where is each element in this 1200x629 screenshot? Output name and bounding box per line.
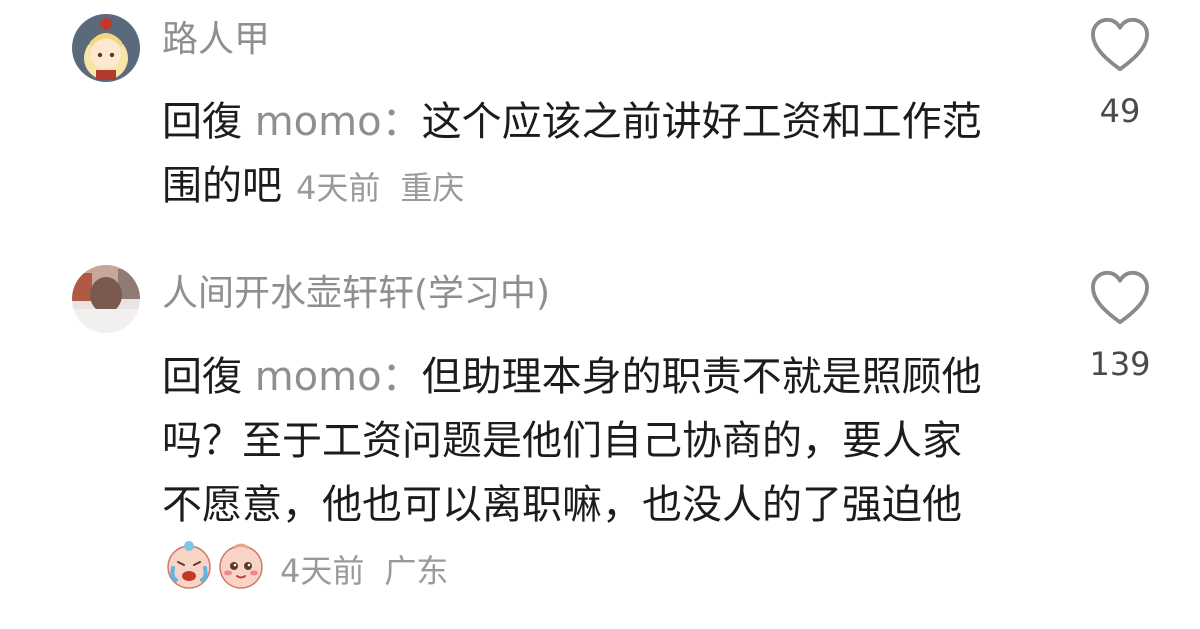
comment-body: 回復 momo：这个应该之前讲好工资和工作范围的吧 4天前 重庆: [162, 90, 992, 220]
like-button[interactable]: 49: [1085, 16, 1155, 130]
username[interactable]: 路人甲: [162, 18, 270, 62]
username[interactable]: 人间开水壶轩轩(学习中): [162, 272, 550, 316]
heart-icon[interactable]: [1089, 269, 1151, 327]
blushing-face-emoji-icon: [219, 543, 263, 589]
comment-time: 4天前: [296, 169, 381, 207]
reply-mention[interactable]: momo：: [255, 354, 422, 400]
comment-item: 人间开水壶轩轩(学习中) 回復 momo：但助理本身的职责不就是照顾他吗？至于工…: [0, 245, 1200, 629]
user-avatar[interactable]: [72, 14, 140, 82]
photo-avatar-icon: [72, 265, 140, 333]
like-button[interactable]: 139: [1085, 269, 1155, 383]
anime-girl-avatar-icon: [72, 14, 140, 82]
user-avatar[interactable]: [72, 265, 140, 333]
comment-item: 路人甲 回復 momo：这个应该之前讲好工资和工作范围的吧 4天前 重庆 49: [0, 0, 1200, 245]
comment-meta: 4天前 重庆: [296, 169, 464, 207]
comment-meta: 4天前 广东: [280, 552, 448, 590]
like-count: 49: [1099, 92, 1141, 130]
like-count: 139: [1089, 345, 1151, 383]
crying-face-emoji-icon: [167, 541, 211, 589]
reply-prefix: 回復: [162, 99, 242, 145]
heart-icon[interactable]: [1089, 16, 1151, 74]
comment-location: 广东: [384, 552, 449, 590]
reply-prefix: 回復: [162, 354, 242, 400]
comment-location: 重庆: [400, 169, 465, 207]
reply-mention[interactable]: momo：: [255, 99, 422, 145]
comment-time: 4天前: [280, 552, 365, 590]
comment-body: 回復 momo：但助理本身的职责不就是照顾他吗？至于工资问题是他们自己协商的，要…: [162, 345, 992, 603]
